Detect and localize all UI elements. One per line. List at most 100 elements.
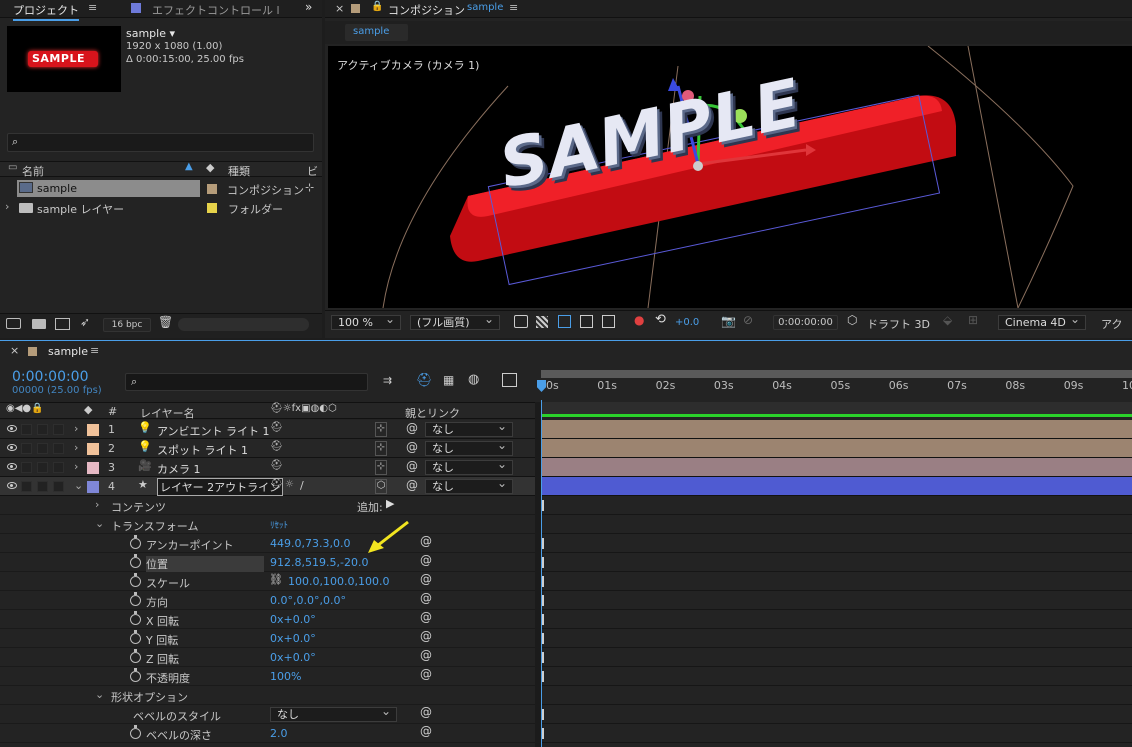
- keyframe-marker[interactable]: [542, 576, 544, 587]
- stopwatch-icon[interactable]: [130, 611, 141, 625]
- property-row[interactable]: X 回転 0x+0.0° @: [0, 610, 535, 629]
- reset-exposure-icon[interactable]: ⟲: [655, 312, 666, 327]
- expression-pick-whip-icon[interactable]: @: [420, 534, 432, 548]
- layer-row[interactable]: › 3 🎥 カメラ 1 ⛑ ⊹ @ なし: [0, 458, 535, 477]
- pick-whip-icon[interactable]: @: [406, 459, 418, 473]
- property-row[interactable]: ベベルの深さ 2.0 @: [0, 724, 535, 743]
- stopwatch-icon[interactable]: [130, 592, 141, 606]
- keyframe-marker[interactable]: [542, 652, 544, 663]
- parent-select[interactable]: なし: [425, 477, 513, 494]
- 3d-layer-switch-icon[interactable]: ⊹: [375, 460, 387, 475]
- column-extra[interactable]: ビ: [307, 163, 318, 179]
- property-timeline-row[interactable]: [541, 686, 1132, 705]
- property-row[interactable]: Y 回転 0x+0.0° @: [0, 629, 535, 648]
- property-timeline-row[interactable]: [541, 553, 1132, 572]
- audio-toggle[interactable]: [21, 481, 32, 492]
- audio-toggle[interactable]: [21, 424, 32, 435]
- visibility-eye-icon[interactable]: [7, 463, 17, 470]
- graph-editor-icon[interactable]: [502, 373, 517, 387]
- expand-arrow-icon[interactable]: ›: [95, 498, 99, 511]
- collapse-switch-icon[interactable]: ☼: [285, 479, 294, 490]
- property-value[interactable]: 100.0,100.0,100.0: [288, 575, 389, 588]
- draft-3d-timeline-icon[interactable]: ⛑: [416, 373, 433, 388]
- parent-select[interactable]: なし: [425, 420, 513, 437]
- lock-toggle[interactable]: [53, 443, 64, 454]
- tab-composition[interactable]: コンポジション: [388, 2, 465, 18]
- bevel-style-select[interactable]: なし: [270, 705, 397, 722]
- property-value[interactable]: 0x+0.0°: [270, 613, 316, 626]
- expression-pick-whip-icon[interactable]: @: [420, 591, 432, 605]
- keyframe-marker[interactable]: [542, 728, 544, 739]
- snapshot-icon[interactable]: 📷: [721, 314, 736, 328]
- stopwatch-icon[interactable]: [130, 535, 141, 549]
- parent-select[interactable]: なし: [425, 458, 513, 475]
- trash-icon[interactable]: 🗑: [158, 315, 173, 329]
- property-timeline-row[interactable]: [541, 705, 1132, 724]
- property-value[interactable]: 912.8,519.5,-20.0: [270, 556, 368, 569]
- property-value[interactable]: 0x+0.0°: [270, 632, 316, 645]
- column-type[interactable]: 種類: [228, 163, 250, 179]
- draft-3d-button[interactable]: ドラフト 3D: [867, 316, 930, 332]
- label-color-swatch[interactable]: [87, 443, 99, 455]
- property-timeline-row[interactable]: [541, 724, 1132, 743]
- sort-ascending-icon[interactable]: ▲: [185, 161, 193, 172]
- constrain-proportions-icon[interactable]: ⛓: [269, 573, 283, 586]
- pick-whip-icon[interactable]: @: [406, 478, 418, 492]
- 3d-layer-switch-icon[interactable]: ⊹: [375, 441, 387, 456]
- column-layer-name[interactable]: レイヤー名: [140, 405, 195, 421]
- shy-switch-icon[interactable]: ⛑: [270, 441, 283, 452]
- expression-pick-whip-icon[interactable]: @: [420, 572, 432, 586]
- solo-toggle[interactable]: [37, 424, 48, 435]
- property-group-row[interactable]: › コンテンツ 追加: ▶: [0, 496, 535, 515]
- tab-timeline[interactable]: sample: [48, 345, 88, 358]
- property-value[interactable]: 100%: [270, 670, 301, 683]
- panel-menu-icon[interactable]: ≡: [509, 1, 518, 14]
- property-timeline-row[interactable]: [541, 648, 1132, 667]
- timeline-current-time[interactable]: 0:00:00:00: [12, 369, 89, 385]
- lock-toggle[interactable]: [53, 462, 64, 473]
- motion-blur-icon[interactable]: ◍: [468, 372, 479, 387]
- property-timeline-row[interactable]: [541, 667, 1132, 686]
- stopwatch-icon[interactable]: [130, 668, 141, 682]
- layer-name[interactable]: アンビエント ライト 1: [157, 423, 270, 439]
- expression-pick-whip-icon[interactable]: @: [420, 667, 432, 681]
- transparency-grid-icon[interactable]: [536, 316, 548, 328]
- keyframe-marker[interactable]: [542, 538, 544, 549]
- label-color-swatch[interactable]: [87, 481, 99, 493]
- expression-pick-whip-icon[interactable]: @: [420, 629, 432, 643]
- keyframe-marker[interactable]: [542, 595, 544, 606]
- expand-arrow-icon[interactable]: ⌄: [95, 517, 104, 530]
- frame-blending-icon[interactable]: ▦: [443, 373, 454, 387]
- property-row[interactable]: ベベルのスタイル なし @: [0, 705, 535, 724]
- close-icon[interactable]: ×: [10, 344, 19, 357]
- property-timeline-row[interactable]: [541, 534, 1132, 553]
- keyframe-marker[interactable]: [542, 671, 544, 682]
- pick-whip-icon[interactable]: @: [406, 440, 418, 454]
- property-row[interactable]: アンカーポイント 449.0,73.3,0.0 @: [0, 534, 535, 553]
- current-time-field[interactable]: 0:00:00:00: [773, 315, 838, 330]
- lock-toggle[interactable]: [53, 481, 64, 492]
- renderer-select[interactable]: Cinema 4D: [998, 313, 1086, 330]
- property-row[interactable]: 方向 0.0°,0.0°,0.0° @: [0, 591, 535, 610]
- draft-3d-icon[interactable]: ⬡: [847, 313, 857, 327]
- property-value[interactable]: 2.0: [270, 727, 288, 740]
- tab-composition-name[interactable]: sample: [467, 2, 503, 13]
- column-name[interactable]: 名前: [22, 163, 44, 179]
- expression-pick-whip-icon[interactable]: @: [420, 648, 432, 662]
- close-icon[interactable]: ×: [335, 2, 344, 15]
- resolution-select[interactable]: (フル画質): [410, 313, 500, 330]
- shy-switch-icon[interactable]: ⛑: [270, 422, 283, 433]
- expand-arrow-icon[interactable]: ⌄: [95, 688, 104, 701]
- layer-row[interactable]: › 2 💡 スポット ライト 1 ⛑ ⊹ @ なし: [0, 439, 535, 458]
- flowchart-icon[interactable]: ⊹: [305, 181, 314, 194]
- property-row[interactable]: スケール ⛓ 100.0,100.0,100.0 @: [0, 572, 535, 591]
- layer-duration-bar[interactable]: [541, 420, 1132, 439]
- active-camera-select[interactable]: アク: [1101, 316, 1122, 332]
- solo-toggle[interactable]: [37, 443, 48, 454]
- audio-toggle[interactable]: [21, 443, 32, 454]
- lock-icon[interactable]: 🔒: [371, 1, 383, 12]
- property-row[interactable]: 位置 912.8,519.5,-20.0 @: [0, 553, 535, 572]
- comp-flowchart-icon[interactable]: ⇉: [383, 374, 392, 387]
- expand-arrow-icon[interactable]: ›: [74, 422, 78, 435]
- property-group-row[interactable]: ⌄ 形状オプション: [0, 686, 535, 705]
